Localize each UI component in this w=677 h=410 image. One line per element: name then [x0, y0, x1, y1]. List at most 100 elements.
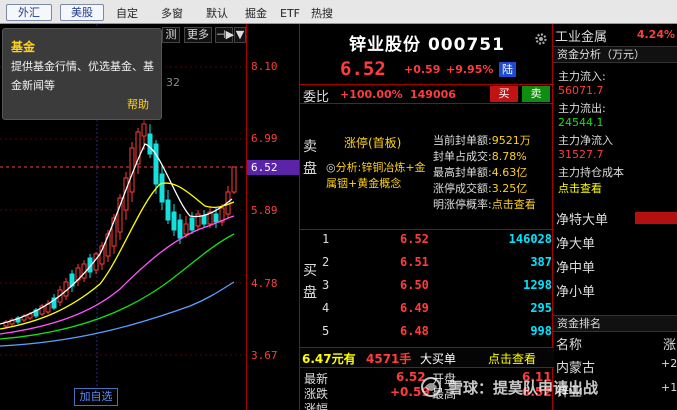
price-scale: 8.10 6.99 5.89 4.78 3.67 [246, 24, 299, 410]
current-price-tag: 6.52 [247, 160, 299, 175]
chart-more-button[interactable]: 更多 [184, 27, 212, 43]
watermark: 雪球：提莫队申请出战 [418, 374, 677, 402]
watermark-text: 雪球：提莫队申请出战 [448, 379, 599, 397]
candle-body [189, 217, 195, 231]
toolbar-multiwindow[interactable]: 多窗 [161, 4, 183, 24]
size-net-large: 净大单 [556, 237, 596, 252]
order-ratio-number: 149006 [410, 88, 456, 101]
candle-body [141, 123, 147, 137]
main-net-label: 主力净流入 [558, 134, 613, 147]
big-order-qty: 4571手 [366, 352, 412, 366]
fund-rank-header: 资金排名 [553, 315, 677, 332]
limit-up-tag: 涨停(首板) [344, 136, 402, 150]
stat-row: 当前封单额:9521万 [433, 134, 531, 147]
main-cost-link[interactable]: 点击查看 [558, 180, 602, 196]
toolbar-default[interactable]: 默认 [206, 4, 228, 24]
forex-button[interactable]: 外汇 [6, 4, 52, 21]
concept-text: 分析:锌铜冶炼+金属铟+黄金概念 [326, 161, 426, 190]
candle-body [159, 173, 165, 203]
size-net-xl: 净特大单 [556, 213, 609, 228]
main-net-value: 31527.7 [558, 148, 604, 161]
sell-side-panel: 卖盘 涨停(首板) ◎分析:锌铜冶炼+金属铟+黄金概念 当前封单额:9521万 … [300, 106, 554, 230]
scale-label: 3.67 [251, 349, 278, 362]
main-outflow-value: 24544.1 [558, 116, 604, 129]
rank-item-change: +2 [661, 357, 677, 370]
concept-analysis: ◎分析:锌铜冶炼+金属铟+黄金概念 [326, 160, 436, 192]
buy-button[interactable]: 买 [490, 86, 518, 102]
sector-title[interactable]: 工业金属 [555, 26, 607, 45]
size-net-medium: 净中单 [556, 261, 596, 276]
big-order-link[interactable]: 点击查看 [488, 350, 536, 367]
candle-body [153, 143, 159, 185]
snowball-logo-icon [421, 377, 441, 397]
sector-sidebar: 工业金属 4.24% 资金分析（万元） 主力流入: 56071.7 主力流出: … [553, 24, 677, 410]
add-watchlist-button[interactable]: 加自选 [74, 388, 118, 406]
tooltip-description: 提供基金行情、优选基金、基金新闻等 [11, 60, 154, 92]
fund-analysis-header: 资金分析（万元） [553, 46, 677, 63]
tooltip-title: 基金 [11, 40, 36, 54]
net-flow-bar [635, 212, 677, 224]
gear-icon[interactable] [534, 32, 548, 46]
ma-value-clipped: 32 [166, 76, 180, 89]
buy-level-row: 4 6.49 295 [322, 301, 552, 315]
stat-row: 最高封单额:4.63亿 [433, 166, 528, 179]
sell-side-label: 卖盘 [303, 139, 317, 177]
candle-body [177, 219, 183, 239]
scale-label: 8.10 [251, 60, 278, 73]
sector-change-pct: 4.24% [636, 28, 675, 41]
price-row: 6.52 +0.59 +9.95% 陆 [300, 58, 554, 80]
main-outflow-label: 主力流出: [558, 102, 606, 115]
stat-row: 涨停成交额:3.25亿 [433, 182, 528, 195]
tooltip-help-link[interactable]: 帮助 [127, 96, 149, 112]
candle-body [201, 215, 207, 225]
candle-body [165, 199, 171, 221]
buy-level-row: 5 6.48 998 [322, 324, 552, 338]
size-net-small: 净小单 [556, 285, 596, 300]
candle-body [231, 166, 237, 193]
candles [3, 120, 237, 328]
big-order-label: 大买单 [420, 352, 457, 366]
stock-title: 锌业股份 000751 [349, 35, 505, 55]
stat-row: 封单占成交:8.78% [433, 150, 527, 163]
quote-panel: 锌业股份 000751 6.52 +0.59 +9.95% 陆 委比 +100.… [299, 24, 554, 410]
last-price: 6.52 [340, 58, 386, 80]
board-badge: 陆 [499, 62, 516, 77]
order-ratio-row: 委比 +100.00% 149006 买 卖 [300, 84, 554, 105]
order-ratio-label: 委比 [303, 90, 330, 105]
chart-fold-icon[interactable]: ⊣▶ [215, 27, 234, 43]
price-change: +0.59 [404, 63, 441, 76]
big-order-row: 6.47元有 4571手 大买单 点击查看 [300, 348, 554, 368]
amp-label: 涨幅 [304, 402, 329, 410]
buy-level-row: 1 6.52 146028 [322, 232, 552, 246]
sell-button[interactable]: 卖 [522, 86, 550, 102]
rank-col-change: 涨 [663, 338, 677, 353]
main-inflow-label: 主力流入: [558, 70, 606, 83]
candle-body [147, 133, 153, 155]
candle-body [183, 223, 189, 235]
scale-label: 4.78 [251, 277, 278, 290]
buy-level-row: 2 6.51 387 [322, 255, 552, 269]
analysis-icon: ◎ [326, 161, 336, 174]
toolbar-custom[interactable]: 自定 [116, 4, 138, 24]
us-stock-button[interactable]: 美股 [60, 4, 104, 21]
main-cost-label: 主力持仓成本 [558, 166, 624, 179]
order-ratio-value: +100.00% [340, 88, 403, 101]
chart-dropdown-icon[interactable]: ▼ [234, 27, 246, 43]
fund-tooltip: 基金 提供基金行情、优选基金、基金新闻等 帮助 [2, 28, 162, 120]
stat-row: 明涨停概率:点击查看 [433, 198, 536, 211]
chart-tab-clipped[interactable]: 测 [162, 27, 180, 43]
buy-level-row: 3 6.50 1298 [322, 278, 552, 292]
ma10-line [0, 182, 235, 330]
candle-body [213, 213, 219, 223]
price-change-pct: +9.95% [446, 63, 494, 76]
toolbar-hot[interactable]: 热搜 [311, 4, 333, 24]
buy-side-label: 买盘 [303, 263, 317, 301]
scale-label: 5.89 [251, 204, 278, 217]
limit-prob-link[interactable]: 点击查看 [492, 198, 536, 211]
top-toolbar: 外汇 美股 自定 多窗 默认 掘金 ETF 热搜 [0, 0, 677, 24]
scale-label: 6.99 [251, 132, 278, 145]
toolbar-juejin[interactable]: 掘金 [245, 4, 267, 24]
main-inflow-value: 56071.7 [558, 84, 604, 97]
chart-toolbar: 测 更多 ⊣▶ ▼ [162, 27, 246, 44]
toolbar-etf[interactable]: ETF [280, 4, 300, 24]
